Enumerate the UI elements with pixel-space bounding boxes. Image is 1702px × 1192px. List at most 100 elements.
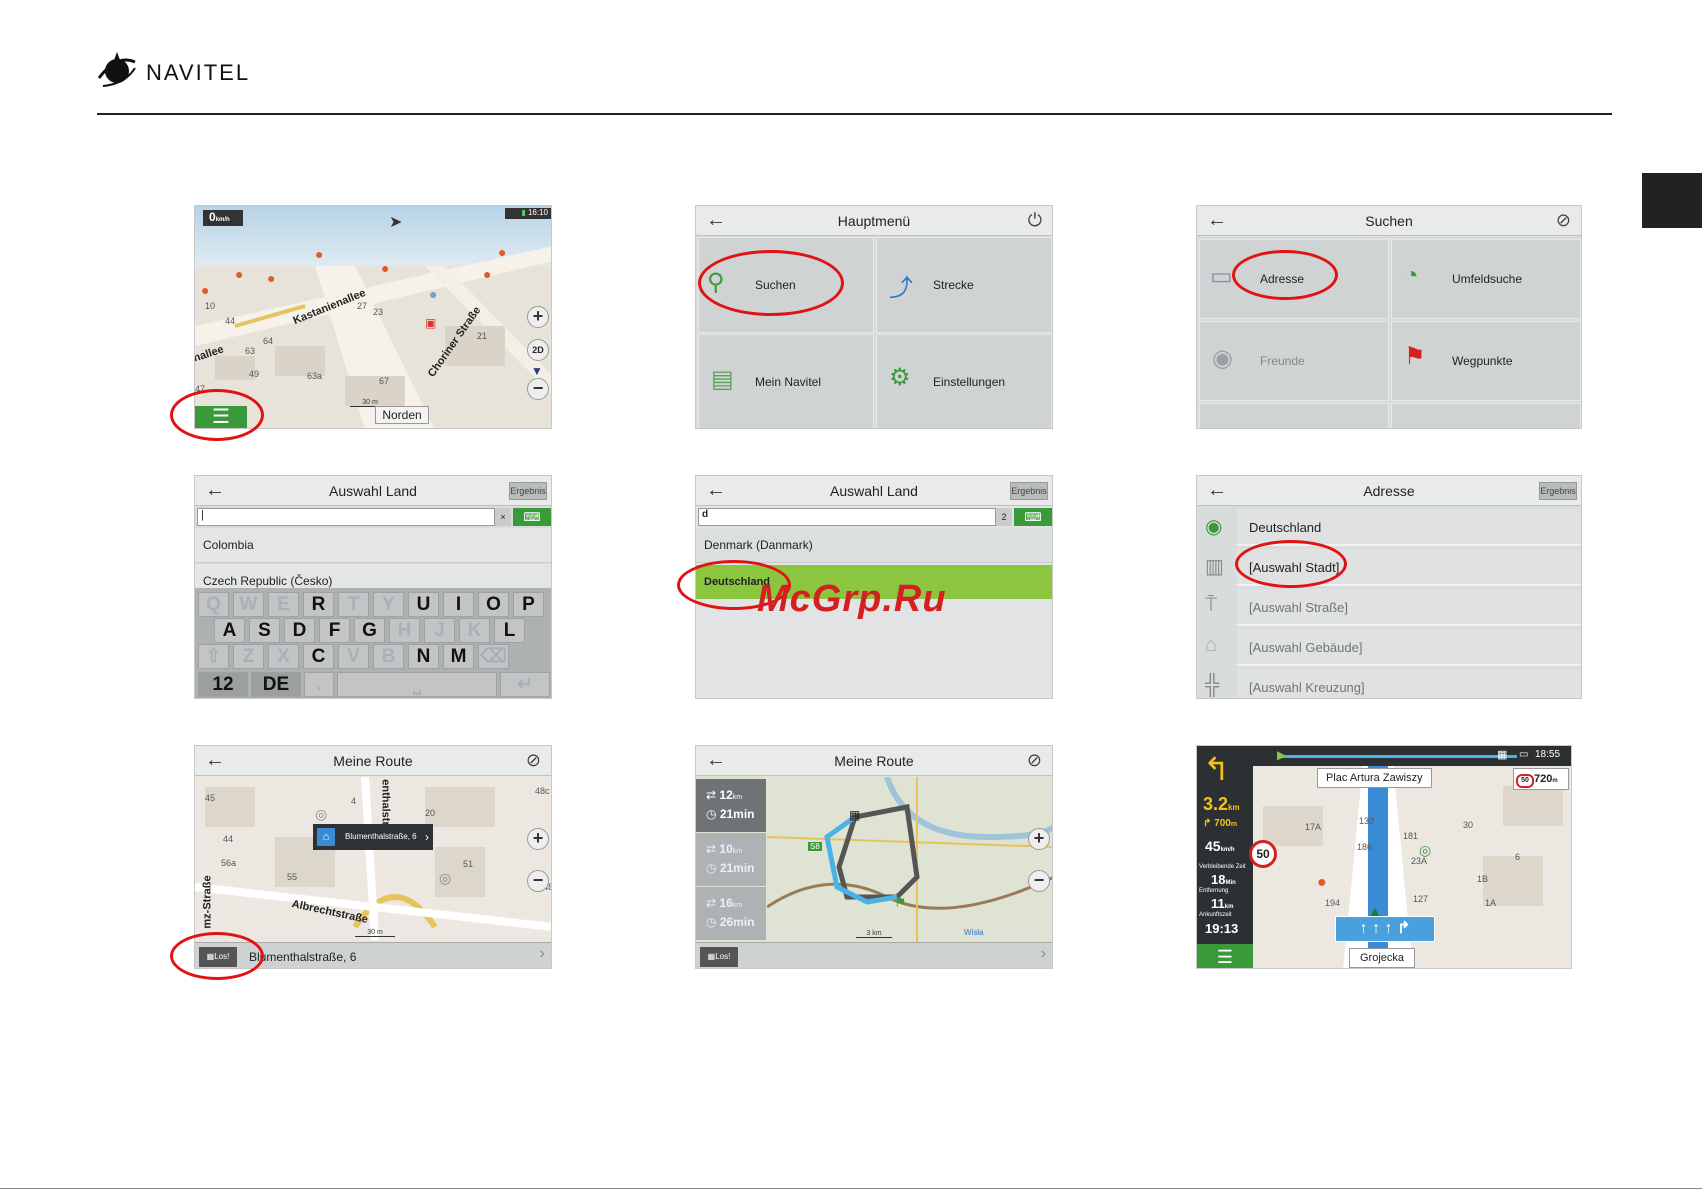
poi-icon[interactable]: ● [429, 286, 437, 302]
key[interactable]: P [513, 592, 544, 617]
results-button[interactable]: Ergebnis [509, 482, 547, 500]
clear-button[interactable]: × [495, 508, 511, 526]
no-route-icon[interactable]: ⊘ [1556, 210, 1571, 231]
house-number: 20 [425, 808, 436, 818]
menu-tile-my-navitel[interactable]: ▤ Mein Navitel [698, 334, 874, 428]
search-input[interactable]: d [698, 508, 996, 526]
poi-icon[interactable]: ● [315, 246, 323, 262]
key[interactable]: O [478, 592, 509, 617]
key[interactable]: W [233, 592, 264, 617]
search-tile-partial[interactable] [1391, 403, 1581, 428]
status-bar: ▮ 16:10 [505, 208, 551, 219]
search-tile-nearby[interactable]: ◔ Umfeldsuche [1391, 239, 1581, 319]
view-mode-button[interactable]: 2D [527, 339, 549, 361]
poi-icon[interactable]: ▣ [425, 316, 436, 330]
progress-bar: ▶ ▦ ▭ 18:55 [1197, 746, 1571, 766]
key[interactable]: K [459, 618, 490, 643]
search-tile-partial[interactable] [1199, 403, 1389, 428]
address-row-building[interactable]: [Auswahl Gebäude] [1237, 629, 1581, 666]
address-row-street[interactable]: [Auswahl Straße] [1237, 589, 1581, 626]
poi-icon[interactable]: ● [483, 266, 491, 282]
poi-icon[interactable]: ● [235, 266, 243, 282]
dot-key[interactable]: . [304, 672, 334, 697]
no-route-icon[interactable]: ⊘ [1027, 750, 1042, 771]
zoom-out-button[interactable]: − [527, 870, 549, 892]
menu-tile-settings[interactable]: ⚙ Einstellungen [876, 334, 1052, 428]
search-input[interactable]: | [197, 508, 495, 526]
key[interactable]: Q [198, 592, 229, 617]
key[interactable]: J [424, 618, 455, 643]
list-item[interactable]: Colombia [195, 528, 551, 563]
poi-icon[interactable]: ◎ [315, 806, 327, 823]
chevron-right-icon[interactable]: › [540, 945, 545, 963]
destination-popup[interactable]: ⌂ Blumenthalstraße, 6 › [313, 824, 433, 850]
menu-tile-route[interactable]: ⤴ Strecke [876, 237, 1052, 333]
route-option[interactable]: ⇄ 16km ◷ 26min [696, 887, 766, 940]
house-number: 55 [287, 872, 298, 882]
compass-icon[interactable]: ➤ [389, 212, 402, 232]
space-key[interactable]: ⎵ [337, 672, 497, 697]
no-route-icon[interactable]: ⊘ [526, 750, 541, 771]
language-key[interactable]: DE [251, 672, 301, 697]
key[interactable]: G [354, 618, 385, 643]
keyboard-toggle-button[interactable]: ⌨ [513, 508, 551, 526]
enter-key[interactable]: ↵ [500, 672, 550, 697]
key[interactable]: N [408, 644, 439, 669]
house-number: 45 [205, 793, 216, 803]
zoom-in-button[interactable]: + [527, 828, 549, 850]
route-option[interactable]: ⇄ 10km ◷ 21min [696, 833, 766, 886]
key[interactable]: R [303, 592, 334, 617]
poi-icon[interactable]: ● [381, 260, 389, 276]
poi-icon[interactable]: ● [1317, 874, 1327, 892]
keyboard-toggle-button[interactable]: ⌨ [1014, 508, 1052, 526]
zoom-out-button[interactable]: − [527, 378, 549, 400]
distance-label: Entfernung [1199, 888, 1229, 894]
route-option[interactable]: ⇄ 12km ◷ 21min [696, 779, 766, 832]
map-area [195, 777, 551, 940]
key[interactable]: S [249, 618, 280, 643]
numbers-key[interactable]: 12 [198, 672, 248, 697]
poi-icon[interactable]: ◎ [1419, 842, 1431, 859]
go-button[interactable]: ▦Los! [700, 947, 738, 967]
power-icon[interactable]: ⏻ [1028, 210, 1042, 231]
results-button[interactable]: Ergebnis [1010, 482, 1048, 500]
lane-assist: ↑ ↑ ↑ ↱ [1335, 916, 1435, 942]
zoom-in-button[interactable]: + [527, 306, 549, 328]
list-item[interactable]: Denmark (Danmark) [696, 528, 1052, 563]
poi-icon[interactable]: ◎ [439, 870, 451, 887]
key[interactable]: F [319, 618, 350, 643]
key[interactable]: L [494, 618, 525, 643]
address-row-crossing[interactable]: [Auswahl Kreuzung] [1237, 669, 1581, 698]
lane-straight-icon: ↑ [1384, 920, 1393, 937]
key[interactable]: Z [233, 644, 264, 669]
key[interactable]: V [338, 644, 369, 669]
poi-icon[interactable]: ● [267, 270, 275, 286]
key[interactable]: ⌫ [478, 644, 509, 669]
zoom-out-button[interactable]: − [1028, 870, 1050, 892]
menu-button[interactable]: ☰ [1197, 944, 1253, 968]
key[interactable]: E [268, 592, 299, 617]
results-button[interactable]: Ergebnis [1539, 482, 1577, 500]
zoom-in-button[interactable]: + [1028, 828, 1050, 850]
key[interactable]: H [389, 618, 420, 643]
key[interactable]: T [338, 592, 369, 617]
chevron-right-icon[interactable]: › [1041, 945, 1046, 963]
key[interactable]: I [443, 592, 474, 617]
poi-icon[interactable]: ● [498, 244, 506, 260]
destination-address: Blumenthalstraße, 6 [249, 950, 357, 964]
key[interactable]: D [284, 618, 315, 643]
key[interactable]: U [408, 592, 439, 617]
key[interactable]: X [268, 644, 299, 669]
key[interactable]: M [443, 644, 474, 669]
poi-icon[interactable]: ● [201, 282, 209, 298]
search-tile-waypoints[interactable]: ⚑ Wegpunkte [1391, 321, 1581, 401]
north-button[interactable]: Norden [375, 406, 429, 424]
key[interactable]: ⇧ [198, 644, 229, 669]
key[interactable]: C [303, 644, 334, 669]
key[interactable]: Y [373, 592, 404, 617]
key[interactable]: A [214, 618, 245, 643]
key[interactable]: B [373, 644, 404, 669]
search-tile-friends[interactable]: ◉ Freunde [1199, 321, 1389, 401]
arrival-time: 19:13 [1205, 921, 1239, 936]
turn-arrow-icon: ↰ [1203, 751, 1230, 787]
